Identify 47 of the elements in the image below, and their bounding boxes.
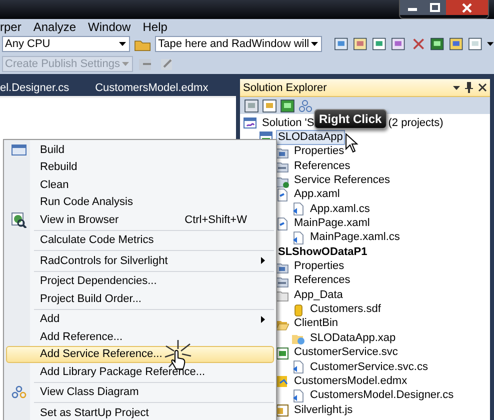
tree-item[interactable]: MainPage.xaml.cs [308,230,402,246]
menu-item[interactable]: Analyze [33,20,82,34]
tree-item[interactable]: SLShowODataP1 [276,244,370,260]
menu-item[interactable]: Help [142,20,174,34]
tooltip: Right Click [314,109,387,129]
panel-title: Solution Explorer [243,82,328,94]
menu-item[interactable]: Calculate Code Metrics [6,232,274,249]
menu-item[interactable]: View in Browser Ctrl+Shift+W [6,211,274,228]
tree-item[interactable]: References [292,273,352,288]
tree-item[interactable]: SLODataApp.xap [308,330,398,346]
menu-item[interactable]: Window [88,20,137,34]
tree-item[interactable]: Customers.sdf [308,302,383,318]
tree-item[interactable]: App_Data [292,288,345,303]
menu-item[interactable]: Add [6,310,274,328]
tree-item[interactable]: App.xaml.cs [308,202,372,217]
tree-item[interactable]: Solution 'S [260,116,316,131]
tree-item[interactable]: Silverlight.js [292,402,355,418]
tree-item[interactable]: CustomersModel.edmx [292,374,410,389]
tree-item[interactable]: App.xaml [292,187,342,202]
menu-item[interactable]: rper [0,20,28,34]
menu-item[interactable]: Add Service Reference... [6,346,274,363]
menu-item[interactable]: Project Build Order... [6,290,274,308]
tree-item[interactable]: Properties [292,144,346,160]
menu-item[interactable]: Build [6,141,274,158]
tree-item[interactable]: ClientBin [292,316,340,332]
menu-item[interactable]: Clean [6,176,274,194]
menu-item[interactable]: Run Code Analysis [6,194,274,211]
project-count: (2 projects) [388,117,444,130]
menu-item[interactable]: Set as StartUp Project [6,404,274,420]
menu-item[interactable]: Project Dependencies... [6,272,274,290]
menu-item[interactable]: Add Library Package Reference... [6,363,274,380]
tree-item[interactable]: Properties [292,259,346,274]
tree-item[interactable]: CustomerService.svc.cs [308,360,430,375]
document-tab[interactable]: CustomersModel.edmx [95,82,208,94]
menu-item[interactable]: Add Reference... [6,328,274,346]
document-tab[interactable]: el.Designer.cs [0,82,70,94]
tree-item[interactable]: Service References [292,173,392,188]
tree-item[interactable]: CustomerService.svc [292,345,400,360]
tree-item[interactable]: References [292,158,352,174]
tree-item[interactable]: MainPage.xaml [292,216,372,232]
menu-item[interactable]: Rebuild [6,158,274,176]
combo-box[interactable]: Tape here and RadWindow will [155,36,322,52]
menu-item[interactable]: View Class Diagram [6,384,274,401]
menu-item[interactable]: RadControls for Silverlight [6,252,274,270]
tree-item[interactable]: CustomersModel.Designer.cs [308,388,456,404]
combo-box[interactable]: Any CPU [2,36,130,52]
tree-item[interactable]: SLODataApp [276,130,345,146]
